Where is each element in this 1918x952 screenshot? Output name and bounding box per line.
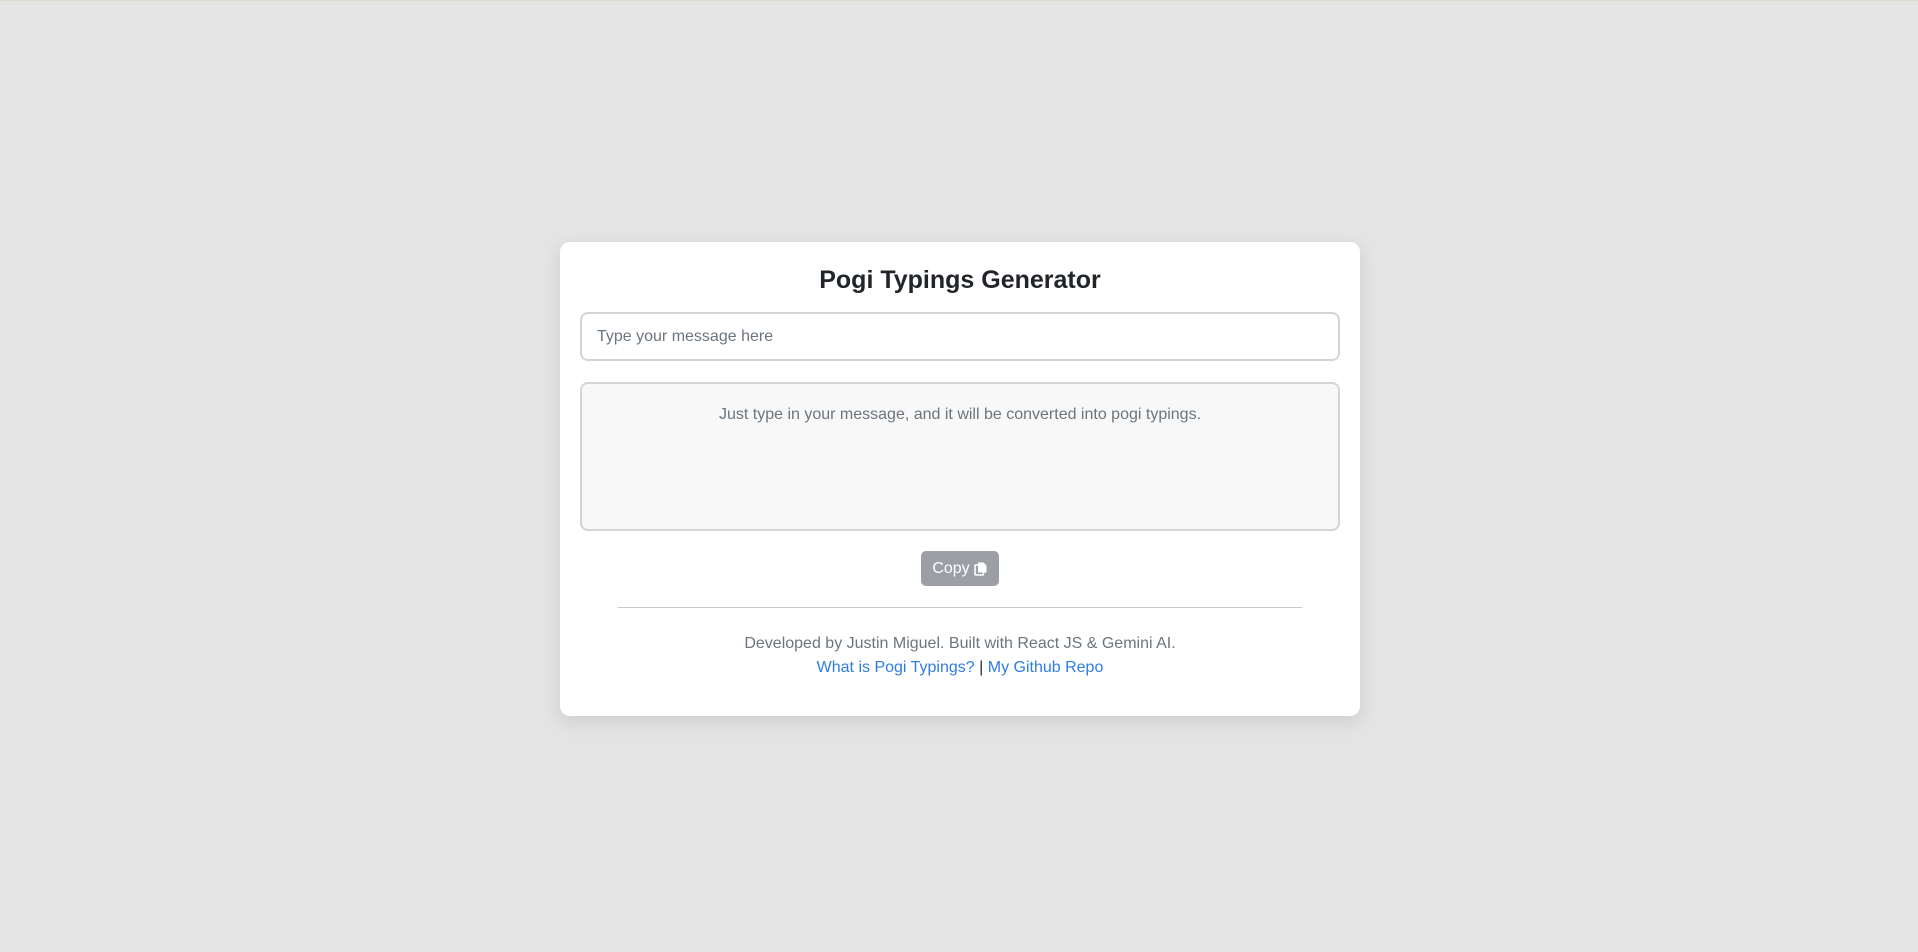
footer: Developed by Justin Miguel. Built with R…	[580, 632, 1340, 680]
generator-card: Pogi Typings Generator Just type in your…	[560, 242, 1360, 716]
footer-credit: Developed by Justin Miguel. Built with R…	[744, 635, 1176, 652]
copy-icon	[973, 561, 988, 576]
top-border-line	[0, 0, 1918, 1]
footer-link-separator: |	[979, 659, 984, 676]
copy-button-label: Copy	[932, 559, 970, 577]
message-input[interactable]	[580, 312, 1340, 361]
copy-row: Copy	[580, 551, 1340, 586]
copy-button[interactable]: Copy	[921, 551, 999, 586]
footer-divider	[618, 607, 1302, 608]
output-box: Just type in your message, and it will b…	[580, 382, 1340, 531]
footer-links: What is Pogi Typings? | My Github Repo	[580, 656, 1340, 680]
page-title: Pogi Typings Generator	[819, 266, 1101, 294]
what-is-pogi-typings-link[interactable]: What is Pogi Typings?	[817, 659, 975, 676]
github-repo-link[interactable]: My Github Repo	[988, 659, 1104, 676]
output-text: Just type in your message, and it will b…	[718, 406, 1202, 423]
